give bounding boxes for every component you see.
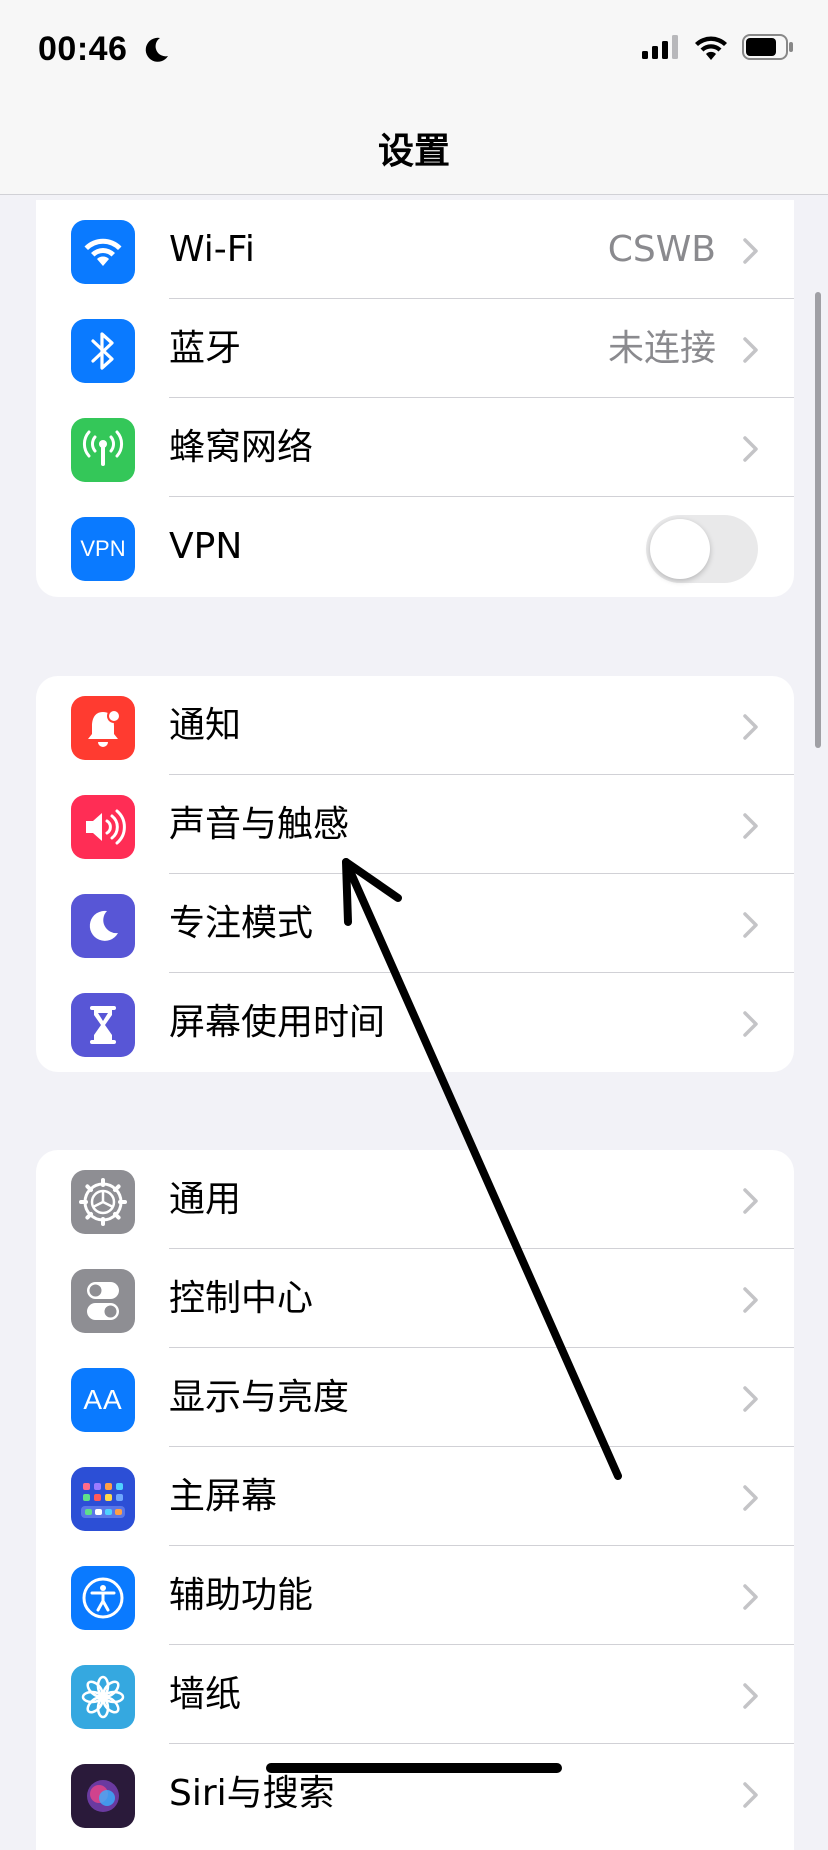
settings-row-label: 声音与触感 — [169, 804, 350, 845]
hourglass-icon — [71, 993, 135, 1057]
status-icons — [642, 34, 794, 60]
chevron-right-icon — [743, 1011, 758, 1037]
chevron-right-icon — [743, 1485, 758, 1511]
bluetooth-icon — [71, 319, 135, 383]
settings-row-display[interactable]: AA 显示与亮度 — [36, 1348, 794, 1447]
status-bar: 00:46 — [0, 0, 828, 100]
moon-icon — [145, 37, 168, 62]
settings-row-value: CSWB — [607, 229, 716, 270]
settings-row-accessibility[interactable]: 辅助功能 — [36, 1546, 794, 1645]
settings-row-home-screen[interactable]: 主屏幕 — [36, 1447, 794, 1546]
battery-icon — [742, 34, 793, 60]
chevron-right-icon — [743, 1584, 758, 1610]
settings-row-sounds[interactable]: 声音与触感 — [36, 775, 794, 874]
settings-row-bluetooth[interactable]: 蓝牙 未连接 — [36, 299, 794, 398]
toggles-icon — [71, 1269, 135, 1333]
chevron-right-icon — [743, 912, 758, 938]
toggle-knob — [650, 519, 710, 579]
status-time: 00:46 — [38, 30, 128, 68]
chevron-right-icon — [743, 238, 758, 264]
chevron-right-icon — [743, 1386, 758, 1412]
chevron-right-icon — [743, 1287, 758, 1313]
home-screen-icon — [71, 1467, 135, 1531]
wifi-icon — [71, 220, 135, 284]
settings-row-wallpaper[interactable]: 墙纸 — [36, 1645, 794, 1744]
chevron-right-icon — [743, 1782, 758, 1808]
text-size-icon: AA — [71, 1368, 135, 1432]
settings-row-vpn[interactable]: VPN VPN — [36, 497, 794, 596]
settings-group-connectivity: Wi-Fi CSWB 蓝牙 未连接 蜂窝网络 VPN VPN — [36, 200, 794, 597]
settings-row-label: 控制中心 — [169, 1278, 314, 1319]
navigation-bar: 设置 — [0, 100, 828, 195]
page-title: 设置 — [377, 131, 450, 172]
cellular-signal-icon — [642, 35, 678, 59]
settings-row-label: VPN — [169, 526, 243, 567]
wifi-icon — [695, 36, 727, 60]
settings-row-wifi[interactable]: Wi-Fi CSWB — [36, 200, 794, 299]
accessibility-icon — [71, 1566, 135, 1630]
settings-row-value: 未连接 — [607, 328, 716, 369]
settings-row-label: Wi-Fi — [169, 229, 255, 270]
settings-group-general: 通用 控制中心 AA 显示与亮度 主屏幕 辅助功能 墙纸 Siri与搜索 — [36, 1150, 794, 1850]
settings-row-label: 蓝牙 — [169, 328, 242, 369]
settings-row-label: 显示与亮度 — [169, 1377, 350, 1418]
siri-icon — [71, 1764, 135, 1828]
settings-group-notifications: 通知 声音与触感 专注模式 屏幕使用时间 — [36, 676, 794, 1072]
settings-row-label: Siri与搜索 — [169, 1773, 335, 1814]
chevron-right-icon — [743, 436, 758, 462]
settings-row-label: 主屏幕 — [169, 1476, 278, 1517]
settings-row-label: 通用 — [169, 1179, 242, 1220]
chevron-right-icon — [743, 813, 758, 839]
settings-row-label: 专注模式 — [169, 903, 314, 944]
settings-row-control-center[interactable]: 控制中心 — [36, 1249, 794, 1348]
chevron-right-icon — [743, 337, 758, 363]
home-indicator[interactable] — [266, 1763, 562, 1773]
chevron-right-icon — [743, 1188, 758, 1214]
settings-row-notifications[interactable]: 通知 — [36, 676, 794, 775]
vpn-toggle[interactable] — [646, 515, 758, 583]
vpn-icon: VPN — [71, 517, 135, 581]
settings-row-general[interactable]: 通用 — [36, 1150, 794, 1249]
settings-row-siri[interactable]: Siri与搜索 — [36, 1744, 794, 1843]
cellular-antenna-icon — [71, 418, 135, 482]
speaker-icon — [71, 795, 135, 859]
vpn-icon-text: VPN — [80, 536, 126, 561]
moon-icon — [71, 894, 135, 958]
settings-row-screen-time[interactable]: 屏幕使用时间 — [36, 973, 794, 1072]
chevron-right-icon — [743, 714, 758, 740]
gear-icon — [71, 1170, 135, 1234]
scroll-indicator[interactable] — [815, 292, 821, 748]
settings-row-focus[interactable]: 专注模式 — [36, 874, 794, 973]
settings-row-label: 屏幕使用时间 — [169, 1002, 386, 1043]
text-size-icon-text: AA — [83, 1384, 123, 1415]
flower-icon — [71, 1665, 135, 1729]
settings-row-label: 通知 — [169, 705, 242, 746]
settings-row-label: 辅助功能 — [169, 1575, 314, 1616]
settings-row-cellular[interactable]: 蜂窝网络 — [36, 398, 794, 497]
settings-row-label: 墙纸 — [169, 1674, 242, 1715]
settings-row-label: 蜂窝网络 — [169, 427, 314, 468]
chevron-right-icon — [743, 1683, 758, 1709]
bell-icon — [71, 696, 135, 760]
